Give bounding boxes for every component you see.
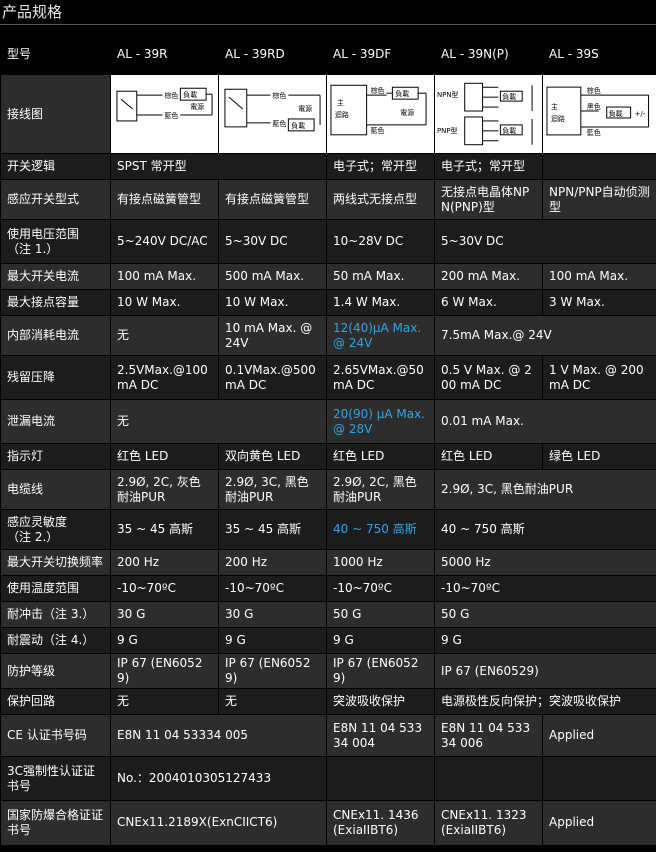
sensitivity-row: 感应灵敏度 （注 2.） 35 ~ 45 高斯 35 ~ 45 高斯 40 ~ 7… [0,509,656,550]
temperature-row: 使用温度范围 -10~70ºC -10~70ºC -10~70ºC -10~70… [0,575,656,602]
spec-table: 型号 AL - 39R AL - 39RD AL - 39DF AL - 39N… [0,33,656,845]
svg-text:藍色: 藍色 [273,119,287,128]
internal-current-row: 内部消耗电流 无 10 mA Max. @ 24V 12(40)μA Max. … [0,315,656,356]
svg-text:負載: 負載 [395,89,409,98]
circuit-row: 保护回路 无 无 突波吸收保护 电源极性反向保护；突波吸收保护 [0,688,656,715]
wiring-diagram-39rd: 棕色 藍色 電源 負載 [218,74,327,154]
model-al-39rd: AL - 39RD [218,33,327,75]
max-capacity-row: 最大接点容量 10 W Max. 10 W Max. 1.4 W Max. 6 … [0,289,656,316]
leakage-row: 泄漏电流 无 20(90) μA Max. @ 28V 0.01 mA Max. [0,399,656,444]
svg-text:主: 主 [337,98,344,107]
svg-text:負載: 負載 [609,109,623,118]
svg-text:電源: 電源 [400,108,414,117]
max-current-row: 最大开关电流 100 mA Max. 500 mA Max. 50 mA Max… [0,263,656,290]
model-al-39np: AL - 39N(P) [434,33,543,75]
voltage-row: 使用电压范围 （注 1.） 5~240V DC/AC 5~30V DC 10~28… [0,219,656,264]
svg-text:電源: 電源 [298,104,312,113]
svg-text:負載: 負載 [291,121,305,130]
svg-text:迴路: 迴路 [335,110,349,119]
diagram-blue-label: 藍色 [165,111,179,120]
model-al-39df: AL - 39DF [326,33,435,75]
svg-text:棕色: 棕色 [273,91,287,100]
svg-text:棕色: 棕色 [371,86,385,95]
svg-text:NPN型: NPN型 [437,90,459,99]
cable-row: 电缆线 2.9Ø, 2C, 灰色耐油PUR 2.9Ø, 3C, 黑色耐油PUR … [0,469,656,510]
wiring-row: 接线图 棕色 藍色 負載 電源 棕色 藍色 電源 負載 主 迴路 棕色 藍色 負… [0,74,656,154]
wiring-diagram-39s: 主 迴路 棕色 黑色 藍色 負載 +/- [542,74,656,154]
indicator-row: 指示灯 红色 LED 双向黄色 LED 红色 LED 红色 LED 绿色 LED [0,443,656,470]
model-al-39s: AL - 39S [542,33,656,75]
ce-row: CE 认证书号码 E8N 11 04 53334 005 E8N 11 04 5… [0,714,656,757]
wiring-diagram-39np: NPN型 PNP型 負載 負載 [434,74,543,154]
svg-text:黑色: 黑色 [587,102,601,111]
svg-text:負載: 負載 [502,92,516,101]
ex-row: 国家防爆合格证证书号 CNEx11.2189X(ExnCIICT6) CNEx1… [0,800,656,845]
svg-text:PNP型: PNP型 [437,126,458,135]
page-title: 产品规格 [0,0,656,25]
wiring-diagram-39df: 主 迴路 棕色 藍色 負載 電源 [326,74,435,154]
residual-voltage-row: 残留压降 2.5VMax.@100mA DC 0.1VMax.@500mA DC… [0,355,656,400]
diagram-brown-label: 棕色 [165,91,179,100]
svg-text:藍色: 藍色 [371,126,385,135]
diagram-load-label: 負載 [183,90,197,99]
shock-row: 耐冲击（注 3.） 30 G 30 G 50 G 50 G [0,601,656,628]
svg-text:迴路: 迴路 [551,114,565,123]
svg-text:負載: 負載 [502,126,516,135]
model-al-39r: AL - 39R [110,33,219,75]
frequency-row: 最大开关切换频率 200 Hz 200 Hz 1000 Hz 5000 Hz [0,549,656,576]
logic-row: 开关逻辑 SPST 常开型 电子式；常开型 电子式；常开型 [0,153,656,180]
model-row: 型号 AL - 39R AL - 39RD AL - 39DF AL - 39N… [0,33,656,75]
vibration-row: 耐震动（注 4.） 9 G 9 G 9 G 9 G [0,627,656,654]
svg-text:主: 主 [551,102,558,111]
row-label-wiring: 接线图 [0,74,111,154]
svg-text:藍色: 藍色 [587,128,601,137]
wiring-diagram-39r: 棕色 藍色 負載 電源 [110,74,219,154]
ccc-row: 3C强制性认证证书号 No.：2004010305127433 [0,756,656,801]
protection-row: 防护等级 IP 67 (EN60529) IP 67 (EN60529) IP … [0,653,656,689]
type-row: 感应开关型式 有接点磁簧管型 有接点磁簧管型 两线式无接点型 无接点电晶体NPN… [0,179,656,220]
svg-text:+/-: +/- [635,110,646,118]
diagram-power-label: 電源 [190,102,204,111]
svg-text:棕色: 棕色 [587,86,601,95]
row-label-model: 型号 [0,33,111,75]
